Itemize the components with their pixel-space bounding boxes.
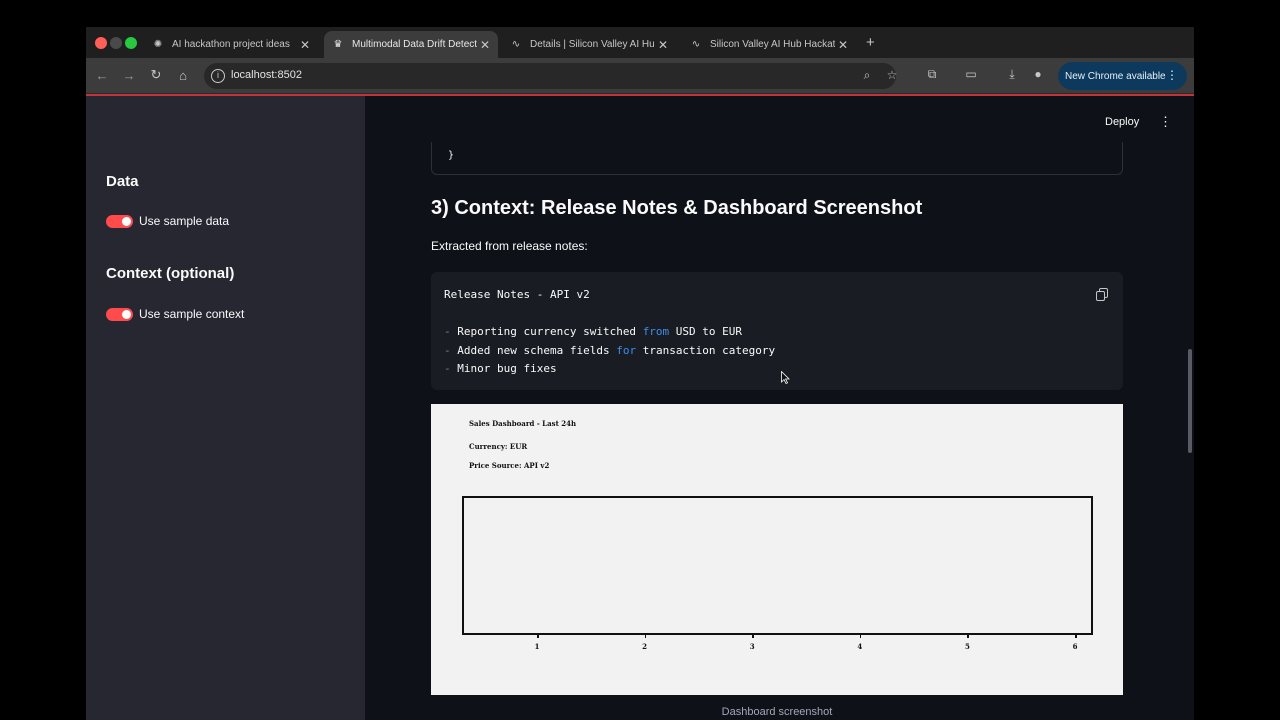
pulse-icon: ∿ — [691, 39, 701, 50]
x-tick-mark — [967, 633, 969, 638]
keyword: from — [642, 325, 670, 338]
main-content: Deploy ⋮ } 3) Context: Release Notes & D… — [365, 96, 1194, 720]
new-chrome-available-button[interactable]: New Chrome available ⋮ — [1058, 62, 1187, 90]
openai-icon: ✺ — [153, 39, 163, 50]
empty-chart-frame — [462, 496, 1093, 635]
dashboard-screenshot-image: Sales Dashboard - Last 24h Currency: EUR… — [431, 404, 1123, 695]
update-label: New Chrome available — [1065, 70, 1166, 82]
release-note-line: - Minor bug fixes — [444, 362, 557, 375]
reload-button[interactable]: ↻ — [147, 66, 165, 84]
use-sample-context-label: Use sample context — [139, 307, 245, 321]
use-sample-data-label: Use sample data — [139, 214, 230, 228]
release-notes-title: Release Notes - API v2 — [444, 288, 590, 301]
keyword: for — [616, 344, 637, 357]
bullet-dash: - — [444, 344, 458, 357]
address-bar[interactable]: i localhost:8502 ⌕ ☆ — [204, 63, 897, 89]
note-text: Minor bug fixes — [457, 362, 557, 375]
mouse-cursor-icon — [781, 371, 790, 384]
bookmark-star-icon[interactable]: ☆ — [884, 68, 900, 82]
toggle-knob — [122, 216, 131, 226]
dashboard-price-source: Price Source: API v2 — [469, 461, 550, 470]
x-tick-label: 3 — [749, 642, 755, 651]
dashboard-currency: Currency: EUR — [469, 442, 528, 451]
tab-silicon-valley-hackathon[interactable]: ∿ Silicon Valley AI Hub Hackathon ✕ — [676, 31, 856, 58]
toggle-knob — [122, 309, 131, 319]
profile-avatar-icon[interactable]: ● — [1030, 67, 1046, 81]
browser-toolbar: ← → ↻ ⌂ i localhost:8502 ⌕ ☆ ⧉ ▭ ⤓ ● New… — [86, 58, 1194, 94]
deploy-button[interactable]: Deploy — [1105, 116, 1139, 128]
streamlit-icon: ♛ — [333, 39, 343, 50]
url-text: localhost:8502 — [231, 69, 302, 81]
new-tab-button[interactable]: + — [866, 34, 875, 51]
chrome-menu-icon[interactable]: ⋮ — [1166, 68, 1178, 82]
cast-icon[interactable]: ▭ — [963, 67, 979, 81]
extracted-label: Extracted from release notes: — [431, 239, 588, 253]
maximize-window-button[interactable] — [125, 37, 137, 49]
close-tab-icon[interactable]: ✕ — [658, 38, 668, 52]
close-tab-icon[interactable]: ✕ — [480, 38, 490, 52]
release-notes-code-block: Release Notes - API v2 - Reporting curre… — [431, 272, 1123, 390]
note-text: Added new schema fields — [457, 344, 617, 357]
download-icon[interactable]: ⤓ — [1004, 67, 1020, 82]
close-tab-icon[interactable]: ✕ — [300, 38, 310, 52]
x-tick-label: 2 — [642, 642, 648, 651]
image-caption: Dashboard screenshot — [721, 706, 833, 718]
note-text: USD to EUR — [669, 325, 743, 338]
section-title: 3) Context: Release Notes & Dashboard Sc… — [431, 197, 923, 219]
context-heading: Context (optional) — [106, 265, 235, 282]
tab-multimodal-drift-detector[interactable]: ♛ Multimodal Data Drift Detector ✕ — [324, 31, 498, 58]
data-heading: Data — [106, 173, 139, 190]
app-menu-icon[interactable]: ⋮ — [1159, 114, 1172, 130]
x-tick-mark — [644, 633, 647, 638]
code-closing-brace: } — [448, 150, 455, 161]
browser-window: ✺ AI hackathon project ideas ✕ ♛ Multimo… — [86, 27, 1194, 720]
x-tick-mark — [1075, 633, 1077, 638]
zoom-icon[interactable]: ⌕ — [859, 68, 875, 83]
tab-strip: ✺ AI hackathon project ideas ✕ ♛ Multimo… — [86, 27, 1194, 58]
bullet-dash: - — [444, 325, 458, 338]
dashboard-title: Sales Dashboard - Last 24h — [469, 419, 577, 428]
tab-title: AI hackathon project ideas — [172, 39, 290, 50]
tab-ai-hackathon-ideas[interactable]: ✺ AI hackathon project ideas ✕ — [138, 31, 318, 58]
note-text: transaction category — [636, 344, 776, 357]
x-tick-mark — [859, 633, 862, 638]
back-button[interactable]: ← — [93, 66, 111, 84]
close-window-button[interactable] — [95, 37, 107, 49]
use-sample-data-row[interactable]: Use sample data — [106, 214, 229, 228]
bullet-dash: - — [444, 362, 458, 375]
release-note-line: - Added new schema fields for transactio… — [444, 344, 775, 357]
tab-title: Multimodal Data Drift Detector — [352, 39, 477, 50]
code-block-end: } — [431, 142, 1123, 175]
forward-button[interactable]: → — [120, 66, 138, 84]
close-tab-icon[interactable]: ✕ — [838, 38, 848, 52]
x-tick-label: 5 — [964, 642, 970, 651]
x-tick-label: 6 — [1072, 642, 1078, 651]
x-tick-label: 4 — [857, 642, 863, 651]
tab-silicon-valley-details[interactable]: ∿ Details | Silicon Valley AI Hub ✕ — [496, 31, 676, 58]
pulse-icon: ∿ — [511, 39, 521, 50]
use-sample-context-row[interactable]: Use sample context — [106, 307, 244, 321]
sidebar: Data Use sample data Context (optional) … — [86, 96, 365, 720]
tab-title: Details | Silicon Valley AI Hub — [530, 39, 655, 50]
use-sample-context-toggle[interactable] — [106, 307, 133, 321]
minimize-window-button[interactable] — [110, 37, 122, 49]
home-button[interactable]: ⌂ — [174, 66, 192, 84]
x-tick-mark — [537, 633, 539, 638]
tab-title: Silicon Valley AI Hub Hackathon — [710, 39, 835, 50]
site-info-icon[interactable]: i — [211, 69, 225, 83]
copy-icon[interactable] — [1096, 288, 1108, 301]
release-note-line: - Reporting currency switched from USD t… — [444, 325, 742, 338]
extensions-icon[interactable]: ⧉ — [924, 67, 940, 82]
main-scrollbar[interactable] — [1188, 349, 1192, 453]
x-tick-label: 1 — [534, 642, 540, 651]
use-sample-data-toggle[interactable] — [106, 214, 133, 228]
x-tick-mark — [752, 633, 754, 638]
note-text: Reporting currency switched — [457, 325, 643, 338]
